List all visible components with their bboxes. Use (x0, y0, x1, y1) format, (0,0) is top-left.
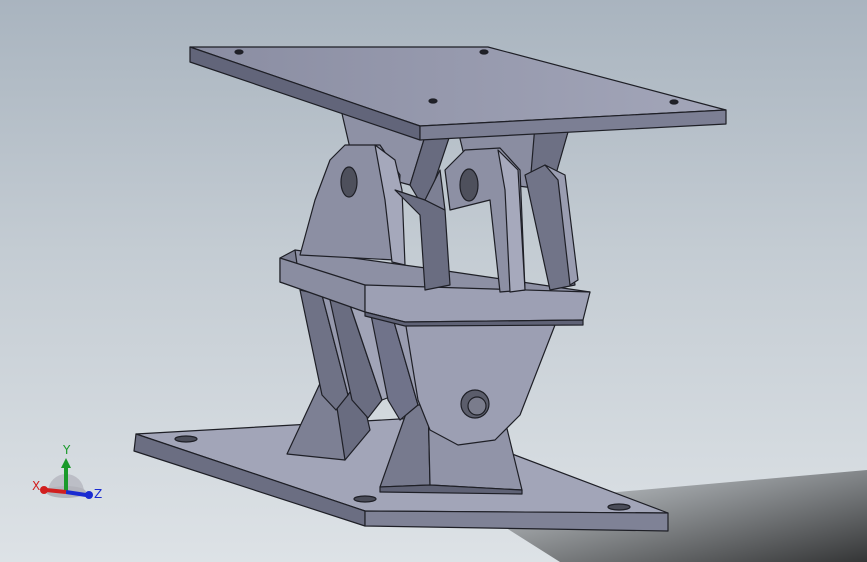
top-plate[interactable] (189, 46, 727, 141)
pin-hole (459, 168, 479, 202)
mount-hole (174, 435, 198, 443)
x-axis-label: X (32, 479, 40, 493)
graphics-viewport[interactable]: Y Z X (0, 0, 867, 562)
upper-eye-lug-left[interactable] (299, 144, 406, 266)
x-axis-arrow (45, 488, 67, 494)
z-axis-label: Z (94, 487, 102, 501)
mount-hole (669, 99, 679, 105)
cad-model-view[interactable] (0, 0, 867, 562)
pin-hole-inner (467, 396, 487, 416)
coordinate-triad-icon: Y Z X (28, 440, 108, 510)
upper-link-2[interactable] (524, 164, 579, 291)
pin-hole (340, 166, 358, 198)
mount-hole (479, 49, 489, 55)
mount-hole (234, 49, 244, 55)
y-axis-label: Y (62, 443, 71, 457)
mount-hole (353, 495, 377, 503)
mount-hole (607, 503, 631, 511)
mount-hole (428, 98, 438, 104)
upper-eye-lug-right[interactable] (444, 147, 526, 293)
